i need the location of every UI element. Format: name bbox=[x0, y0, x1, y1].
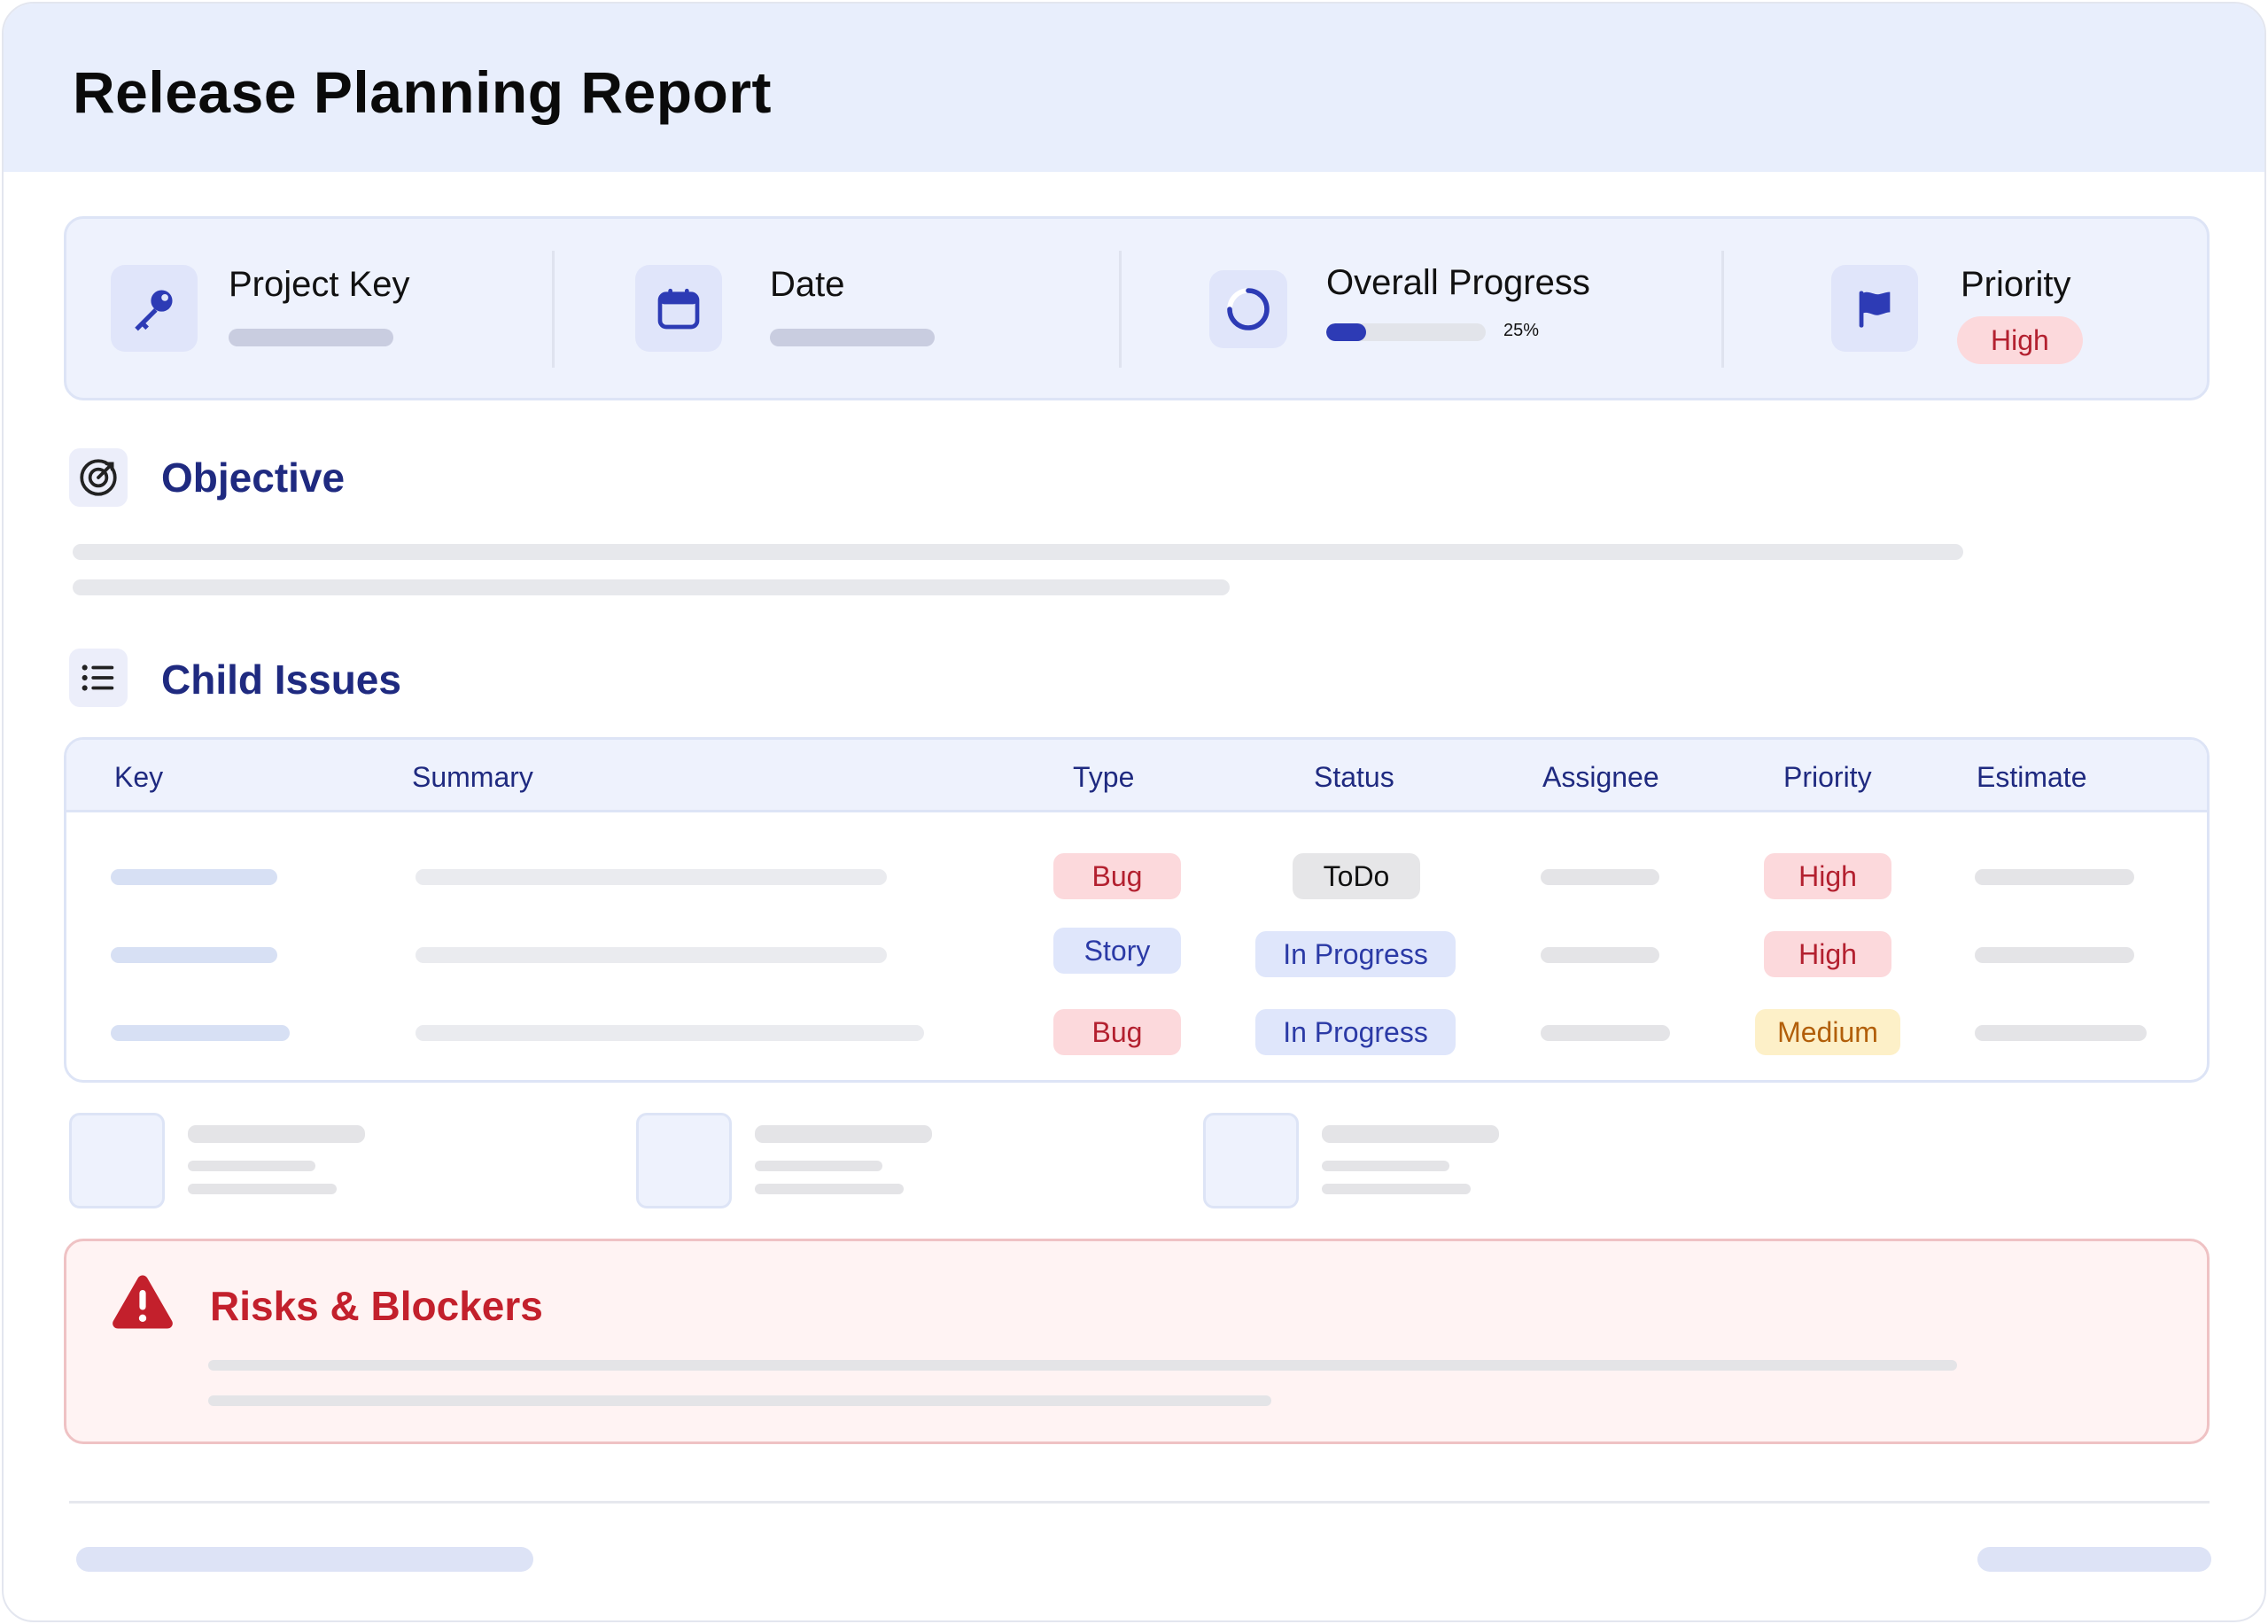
target-icon bbox=[69, 448, 128, 507]
table-row[interactable]: Story In Progress High bbox=[66, 912, 2207, 988]
status-badge: In Progress bbox=[1255, 1009, 1456, 1055]
report-page: Release Planning Report Project Key Date… bbox=[2, 2, 2266, 1622]
risks-title: Risks & Blockers bbox=[210, 1283, 543, 1329]
assignee-placeholder bbox=[1541, 947, 1659, 963]
table-header: Key Summary Type Status Assignee Priorit… bbox=[66, 740, 2207, 812]
table-row[interactable]: Bug ToDo High bbox=[66, 837, 2207, 913]
child-issues-title: Child Issues bbox=[161, 657, 401, 703]
column-header-priority[interactable]: Priority bbox=[1783, 761, 1872, 794]
table-row[interactable]: Bug In Progress Medium bbox=[66, 990, 2207, 1066]
assignee-placeholder bbox=[1541, 1025, 1670, 1041]
attachment-title-placeholder bbox=[1322, 1125, 1499, 1143]
key-placeholder bbox=[111, 869, 277, 885]
summary-placeholder bbox=[416, 869, 887, 885]
attachment-meta-placeholder bbox=[188, 1161, 315, 1171]
risks-text-placeholder bbox=[208, 1395, 1271, 1406]
divider bbox=[1721, 251, 1724, 368]
attachment-meta-placeholder bbox=[188, 1184, 337, 1194]
divider bbox=[552, 251, 555, 368]
footer-right-placeholder bbox=[1977, 1547, 2211, 1572]
attachment-title-placeholder bbox=[188, 1125, 365, 1143]
progress-percent: 25% bbox=[1503, 321, 1540, 340]
priority-label: Priority bbox=[1961, 265, 2071, 304]
footer-left-placeholder bbox=[76, 1547, 533, 1572]
status-badge: ToDo bbox=[1293, 853, 1420, 899]
attachment-title-placeholder bbox=[755, 1125, 932, 1143]
status-badge: In Progress bbox=[1255, 931, 1456, 977]
footer-divider bbox=[69, 1501, 2210, 1504]
assignee-placeholder bbox=[1541, 869, 1659, 885]
priority-badge: High bbox=[1764, 853, 1891, 899]
risks-text-placeholder bbox=[208, 1360, 1957, 1371]
warning-icon bbox=[111, 1271, 175, 1334]
page-title: Release Planning Report bbox=[73, 59, 773, 125]
attachment-meta-placeholder bbox=[1322, 1161, 1449, 1171]
report-header: Release Planning Report bbox=[4, 4, 2264, 172]
type-badge: Bug bbox=[1053, 1009, 1181, 1055]
attachment-meta-placeholder bbox=[755, 1161, 882, 1171]
summary-placeholder bbox=[416, 1025, 924, 1041]
summary-card: Project Key Date Overall Progress 25% Pr… bbox=[64, 216, 2210, 400]
progress-bar-fill bbox=[1326, 323, 1366, 341]
priority-badge: High bbox=[1957, 316, 2083, 364]
attachment-meta-placeholder bbox=[1322, 1184, 1471, 1194]
progress-label: Overall Progress bbox=[1326, 263, 1590, 302]
list-icon bbox=[69, 649, 128, 707]
column-header-key[interactable]: Key bbox=[114, 761, 163, 794]
project-key-label: Project Key bbox=[229, 265, 410, 304]
column-header-estimate[interactable]: Estimate bbox=[1977, 761, 2086, 794]
estimate-placeholder bbox=[1975, 947, 2134, 963]
summary-placeholder bbox=[416, 947, 887, 963]
child-issues-table: Key Summary Type Status Assignee Priorit… bbox=[64, 737, 2210, 1083]
date-value-placeholder bbox=[770, 329, 935, 346]
date-label: Date bbox=[770, 265, 845, 304]
key-placeholder bbox=[111, 1025, 290, 1041]
objective-title: Objective bbox=[161, 455, 346, 501]
estimate-placeholder bbox=[1975, 1025, 2147, 1041]
estimate-placeholder bbox=[1975, 869, 2134, 885]
attachment-thumbnail-placeholder[interactable] bbox=[69, 1113, 165, 1208]
type-badge: Bug bbox=[1053, 853, 1181, 899]
column-header-type[interactable]: Type bbox=[1073, 761, 1134, 794]
priority-badge: High bbox=[1764, 931, 1891, 977]
key-icon bbox=[111, 265, 198, 352]
priority-badge: Medium bbox=[1755, 1009, 1900, 1055]
key-placeholder bbox=[111, 947, 277, 963]
column-header-status[interactable]: Status bbox=[1314, 761, 1394, 794]
attachment-meta-placeholder bbox=[755, 1184, 904, 1194]
attachment-thumbnail-placeholder[interactable] bbox=[1203, 1113, 1299, 1208]
risks-panel: Risks & Blockers bbox=[64, 1239, 2210, 1444]
divider bbox=[1119, 251, 1122, 368]
progress-spinner-icon bbox=[1209, 270, 1287, 348]
column-header-assignee[interactable]: Assignee bbox=[1542, 761, 1659, 794]
objective-text-placeholder bbox=[73, 544, 1963, 560]
type-badge: Story bbox=[1053, 928, 1181, 974]
calendar-icon bbox=[635, 265, 722, 352]
project-key-value-placeholder bbox=[229, 329, 393, 346]
attachment-thumbnail-placeholder[interactable] bbox=[636, 1113, 732, 1208]
column-header-summary[interactable]: Summary bbox=[412, 761, 533, 794]
objective-text-placeholder bbox=[73, 579, 1230, 595]
progress-bar bbox=[1326, 323, 1486, 341]
flag-icon bbox=[1831, 265, 1918, 352]
